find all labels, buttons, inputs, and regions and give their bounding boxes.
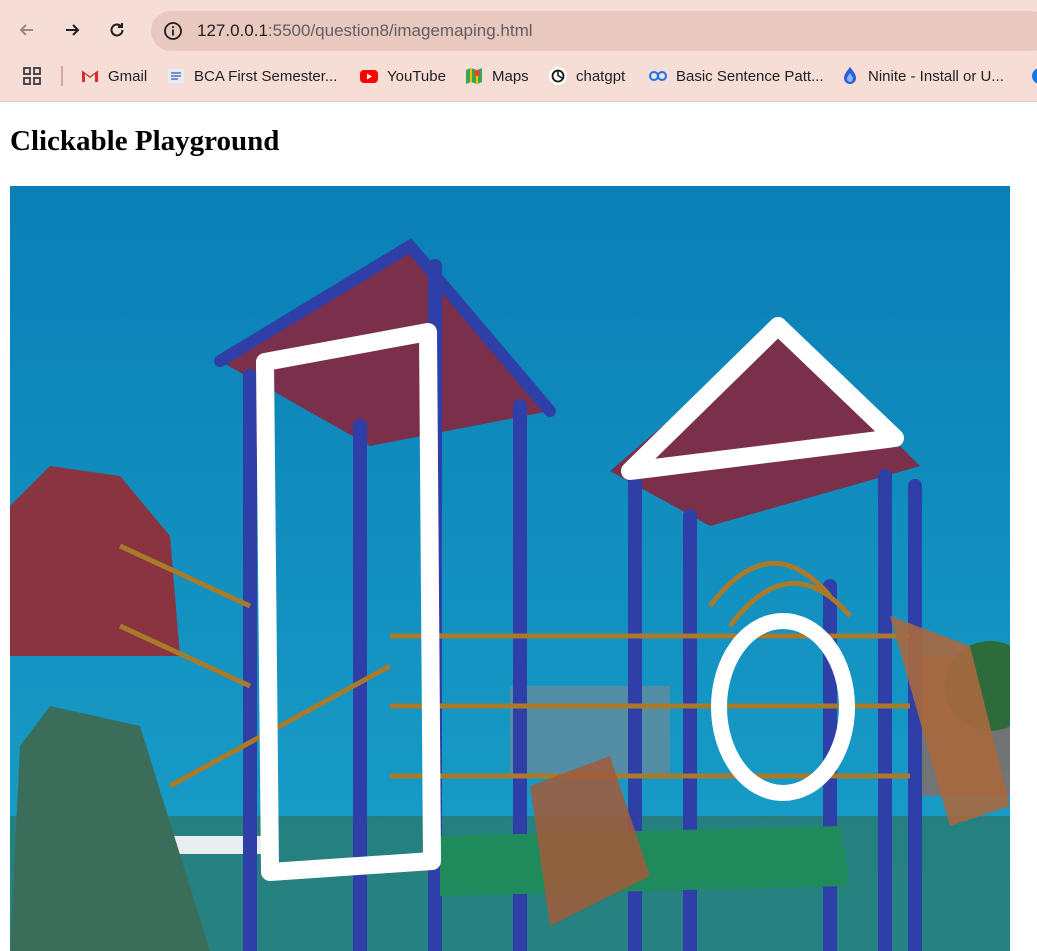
bookmark-label: YouTube: [387, 67, 446, 85]
bookmark-chatgpt[interactable]: chatgpt: [548, 64, 625, 88]
gmail-icon: [81, 70, 99, 82]
site-favicon-icon: [1032, 68, 1037, 84]
url-path: :5500/question8/imagemaping.html: [267, 21, 533, 40]
bookmark-basic-sentence[interactable]: Basic Sentence Patt...: [648, 64, 824, 88]
arrow-right-icon: [66, 24, 80, 36]
page-title: Clickable Playground: [10, 125, 280, 157]
maps-icon: [466, 68, 482, 84]
playground-image-map: [10, 186, 1010, 951]
url-text[interactable]: 127.0.0.1:5500/question8/imagemaping.htm…: [197, 21, 533, 41]
apps-grid-icon: [23, 67, 41, 85]
bca-site-icon: [168, 69, 184, 83]
forward-button[interactable]: [56, 14, 88, 46]
site-info-icon[interactable]: [163, 21, 183, 41]
apps-button[interactable]: [22, 64, 50, 88]
youtube-icon: [360, 70, 378, 83]
bookmarks-divider: [61, 66, 63, 86]
bookmark-label: BCA First Semester...: [194, 67, 338, 85]
reload-button[interactable]: [101, 14, 133, 46]
bookmark-overflow-item[interactable]: [1030, 64, 1037, 88]
bookmark-maps[interactable]: Maps: [464, 64, 529, 88]
ninite-icon: [844, 67, 856, 84]
bookmark-label: Maps: [492, 67, 529, 85]
bookmark-label: chatgpt: [576, 67, 626, 85]
arrow-left-icon: [19, 24, 33, 36]
sentence-site-icon: [649, 71, 667, 81]
browser-chrome: 127.0.0.1:5500/question8/imagemaping.htm…: [0, 0, 1037, 102]
bookmark-label: Basic Sentence Patt...: [676, 67, 824, 85]
house-background: [510, 686, 670, 776]
reload-icon: [110, 23, 124, 37]
bookmark-gmail[interactable]: Gmail: [80, 64, 147, 88]
bookmark-bca-first-semester[interactable]: BCA First Semester...: [166, 64, 337, 88]
bookmark-label: Ninite - Install or U...: [868, 67, 1004, 85]
bookmarks-bar: Gmail BCA First Semester... YouTube Maps…: [0, 60, 1037, 92]
chatgpt-icon: [549, 67, 567, 85]
browser-toolbar: 127.0.0.1:5500/question8/imagemaping.htm…: [0, 0, 1037, 60]
bookmark-label: Gmail: [108, 67, 148, 85]
playground-image: [10, 186, 1010, 951]
back-button[interactable]: [11, 14, 43, 46]
address-bar[interactable]: 127.0.0.1:5500/question8/imagemaping.htm…: [151, 11, 1037, 51]
bookmark-youtube[interactable]: YouTube: [359, 64, 446, 88]
bookmark-ninite[interactable]: Ninite - Install or U...: [840, 64, 1004, 88]
url-host: 127.0.0.1: [197, 21, 268, 40]
